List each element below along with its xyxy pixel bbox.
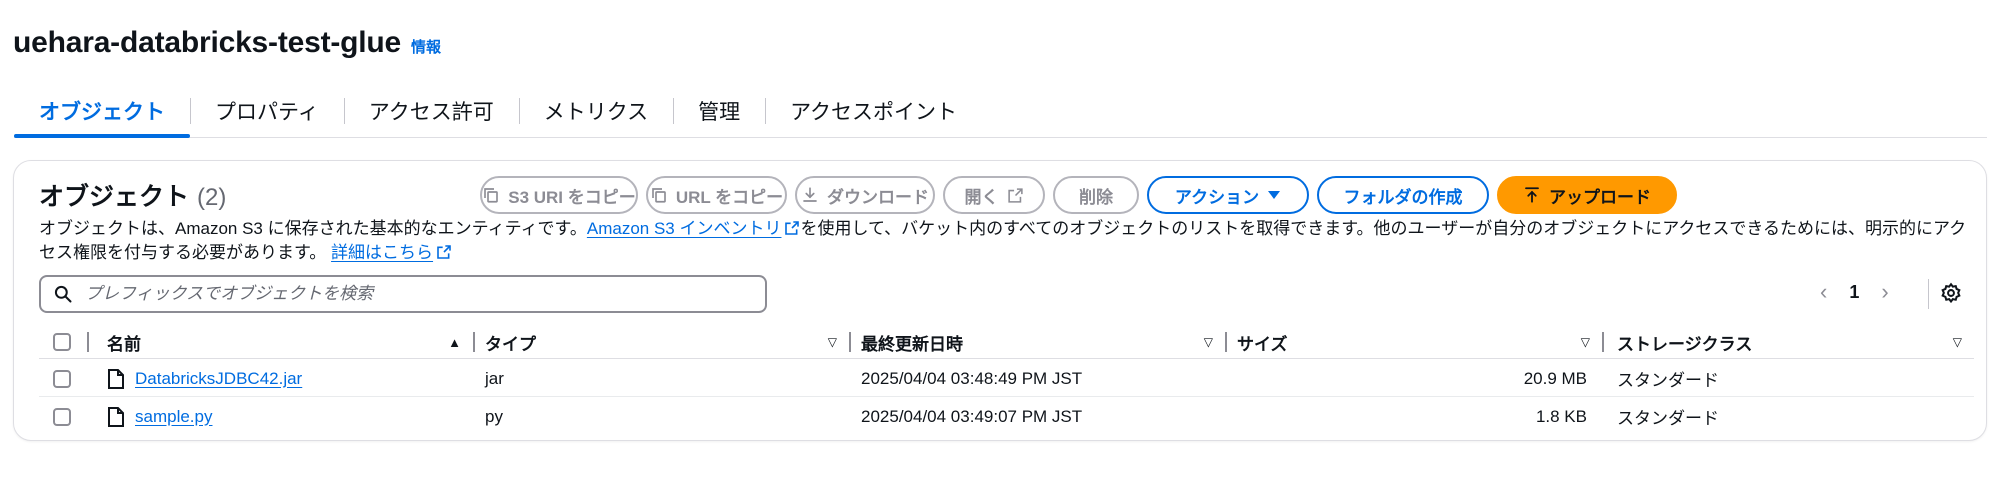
table-row[interactable]: DatabricksJDBC42.jar jar 2025/04/04 03:4…: [39, 360, 1974, 397]
object-storage-class: スタンダード: [1617, 409, 1719, 428]
sort-icon: ▽: [1203, 335, 1213, 349]
download-button[interactable]: ダウンロード: [795, 176, 935, 214]
search-icon: [54, 285, 72, 303]
copy-icon: [651, 188, 666, 203]
divider: [1928, 279, 1929, 309]
upload-button[interactable]: アップロード: [1497, 176, 1677, 214]
object-modified: 2025/04/04 03:48:49 PM JST: [861, 368, 1083, 388]
tab-metrics[interactable]: メトリクス: [518, 86, 673, 136]
column-header-size[interactable]: サイズ ▽: [1237, 325, 1602, 359]
object-size: 20.9 MB: [1523, 368, 1587, 388]
column-size-label: サイズ: [1237, 334, 1288, 354]
upload-label: アップロード: [1549, 187, 1651, 207]
copy-s3-uri-button[interactable]: S3 URI をコピー: [480, 176, 638, 214]
object-type: jar: [485, 368, 504, 388]
object-modified: 2025/04/04 03:49:07 PM JST: [861, 406, 1083, 426]
description-text-1: オブジェクトは、Amazon S3 に保存された基本的なエンティティです。: [39, 219, 587, 238]
search-box: [39, 275, 767, 313]
copy-s3-uri-label: S3 URI をコピー: [508, 187, 636, 207]
column-header-name[interactable]: 名前 ▲: [107, 325, 473, 359]
object-storage-class: スタンダード: [1617, 371, 1719, 390]
download-icon: [803, 187, 817, 202]
download-label: ダウンロード: [827, 187, 929, 207]
next-page-icon[interactable]: ›: [1881, 279, 1888, 305]
row-checkbox[interactable]: [53, 398, 71, 435]
column-name-label: 名前: [107, 334, 141, 354]
delete-button[interactable]: 削除: [1053, 176, 1139, 214]
tab-management[interactable]: 管理: [673, 86, 765, 136]
checkbox[interactable]: [53, 333, 71, 351]
column-storage-label: ストレージクラス: [1617, 334, 1753, 354]
upload-icon: [1525, 187, 1539, 203]
object-size: 1.8 KB: [1535, 406, 1587, 426]
external-link-icon: [437, 245, 451, 259]
actions-label: アクション: [1174, 187, 1260, 207]
select-all-checkbox[interactable]: [53, 325, 71, 359]
checkbox[interactable]: [53, 407, 71, 426]
actions-button[interactable]: アクション: [1147, 176, 1309, 214]
table-settings-button[interactable]: [1940, 282, 1962, 309]
copy-url-label: URL をコピー: [675, 187, 784, 207]
column-header-storage-class[interactable]: ストレージクラス ▽: [1617, 325, 1974, 359]
current-page[interactable]: 1: [1849, 282, 1859, 303]
search-input[interactable]: [85, 284, 745, 304]
learn-more-link[interactable]: 詳細はこちら: [331, 243, 433, 262]
info-link[interactable]: 情報: [411, 36, 441, 57]
sort-ascending-icon: ▲: [448, 334, 461, 350]
sort-icon: ▽: [1952, 335, 1962, 349]
panel-description: オブジェクトは、Amazon S3 に保存された基本的なエンティティです。Ama…: [39, 217, 1974, 265]
sort-icon: ▽: [827, 335, 837, 349]
open-button[interactable]: 開く: [943, 176, 1045, 214]
tab-properties[interactable]: プロパティ: [190, 86, 344, 136]
column-header-type[interactable]: タイプ ▽: [485, 325, 849, 359]
object-type: py: [485, 406, 503, 426]
column-modified-label: 最終更新日時: [861, 334, 963, 354]
panel-title-text: オブジェクト: [39, 183, 190, 211]
s3-bucket-page: uehara-databricks-test-glue 情報 オブジェクト プロ…: [0, 0, 2000, 492]
inventory-link[interactable]: Amazon S3 インベントリ: [587, 219, 782, 238]
table-header: 名前 ▲ タイプ ▽ 最終更新日時 ▽ サイズ ▽ ストレージクラス ▽: [39, 325, 1974, 359]
gear-icon: [1941, 282, 1961, 304]
external-link-icon: [785, 221, 800, 235]
objects-panel: オブジェクト (2) S3 URI をコピー URL をコピー ダウンロード 開…: [13, 160, 1987, 441]
checkbox[interactable]: [53, 369, 71, 388]
object-name-link[interactable]: DatabricksJDBC42.jar: [135, 369, 302, 389]
external-link-icon: [1007, 187, 1023, 203]
column-divider: [473, 332, 475, 352]
previous-page-icon[interactable]: ‹: [1820, 279, 1827, 305]
tab-permissions[interactable]: アクセス許可: [343, 86, 519, 136]
column-divider: [87, 332, 89, 352]
object-name-link[interactable]: sample.py: [135, 407, 212, 427]
column-divider: [1225, 332, 1227, 352]
column-type-label: タイプ: [485, 334, 536, 354]
tab-objects[interactable]: オブジェクト: [14, 86, 190, 138]
object-name-cell: DatabricksJDBC42.jar: [107, 360, 302, 397]
object-count: (2): [197, 184, 227, 211]
column-header-modified[interactable]: 最終更新日時 ▽: [861, 325, 1225, 359]
column-divider: [849, 332, 851, 352]
delete-label: 削除: [1079, 187, 1113, 207]
copy-icon: [484, 188, 499, 203]
column-divider: [1602, 332, 1604, 352]
sort-icon: ▽: [1580, 335, 1590, 349]
tab-access-points[interactable]: アクセスポイント: [765, 86, 982, 136]
object-name-cell: sample.py: [107, 398, 212, 435]
page-header: uehara-databricks-test-glue 情報: [13, 26, 441, 60]
tab-bar: オブジェクト プロパティ アクセス許可 メトリクス 管理 アクセスポイント: [14, 86, 1987, 138]
pagination: ‹ 1 ›: [1820, 279, 1889, 305]
file-icon: [108, 368, 124, 389]
row-checkbox[interactable]: [53, 360, 71, 397]
panel-title: オブジェクト (2): [39, 177, 226, 213]
create-folder-button[interactable]: フォルダの作成: [1317, 176, 1489, 214]
page-title: uehara-databricks-test-glue: [13, 26, 402, 59]
create-folder-label: フォルダの作成: [1343, 187, 1463, 207]
open-label: 開く: [964, 187, 999, 207]
file-icon: [108, 406, 124, 427]
caret-down-icon: [1268, 191, 1281, 199]
table-row[interactable]: sample.py py 2025/04/04 03:49:07 PM JST …: [39, 398, 1974, 435]
copy-url-button[interactable]: URL をコピー: [646, 176, 787, 214]
